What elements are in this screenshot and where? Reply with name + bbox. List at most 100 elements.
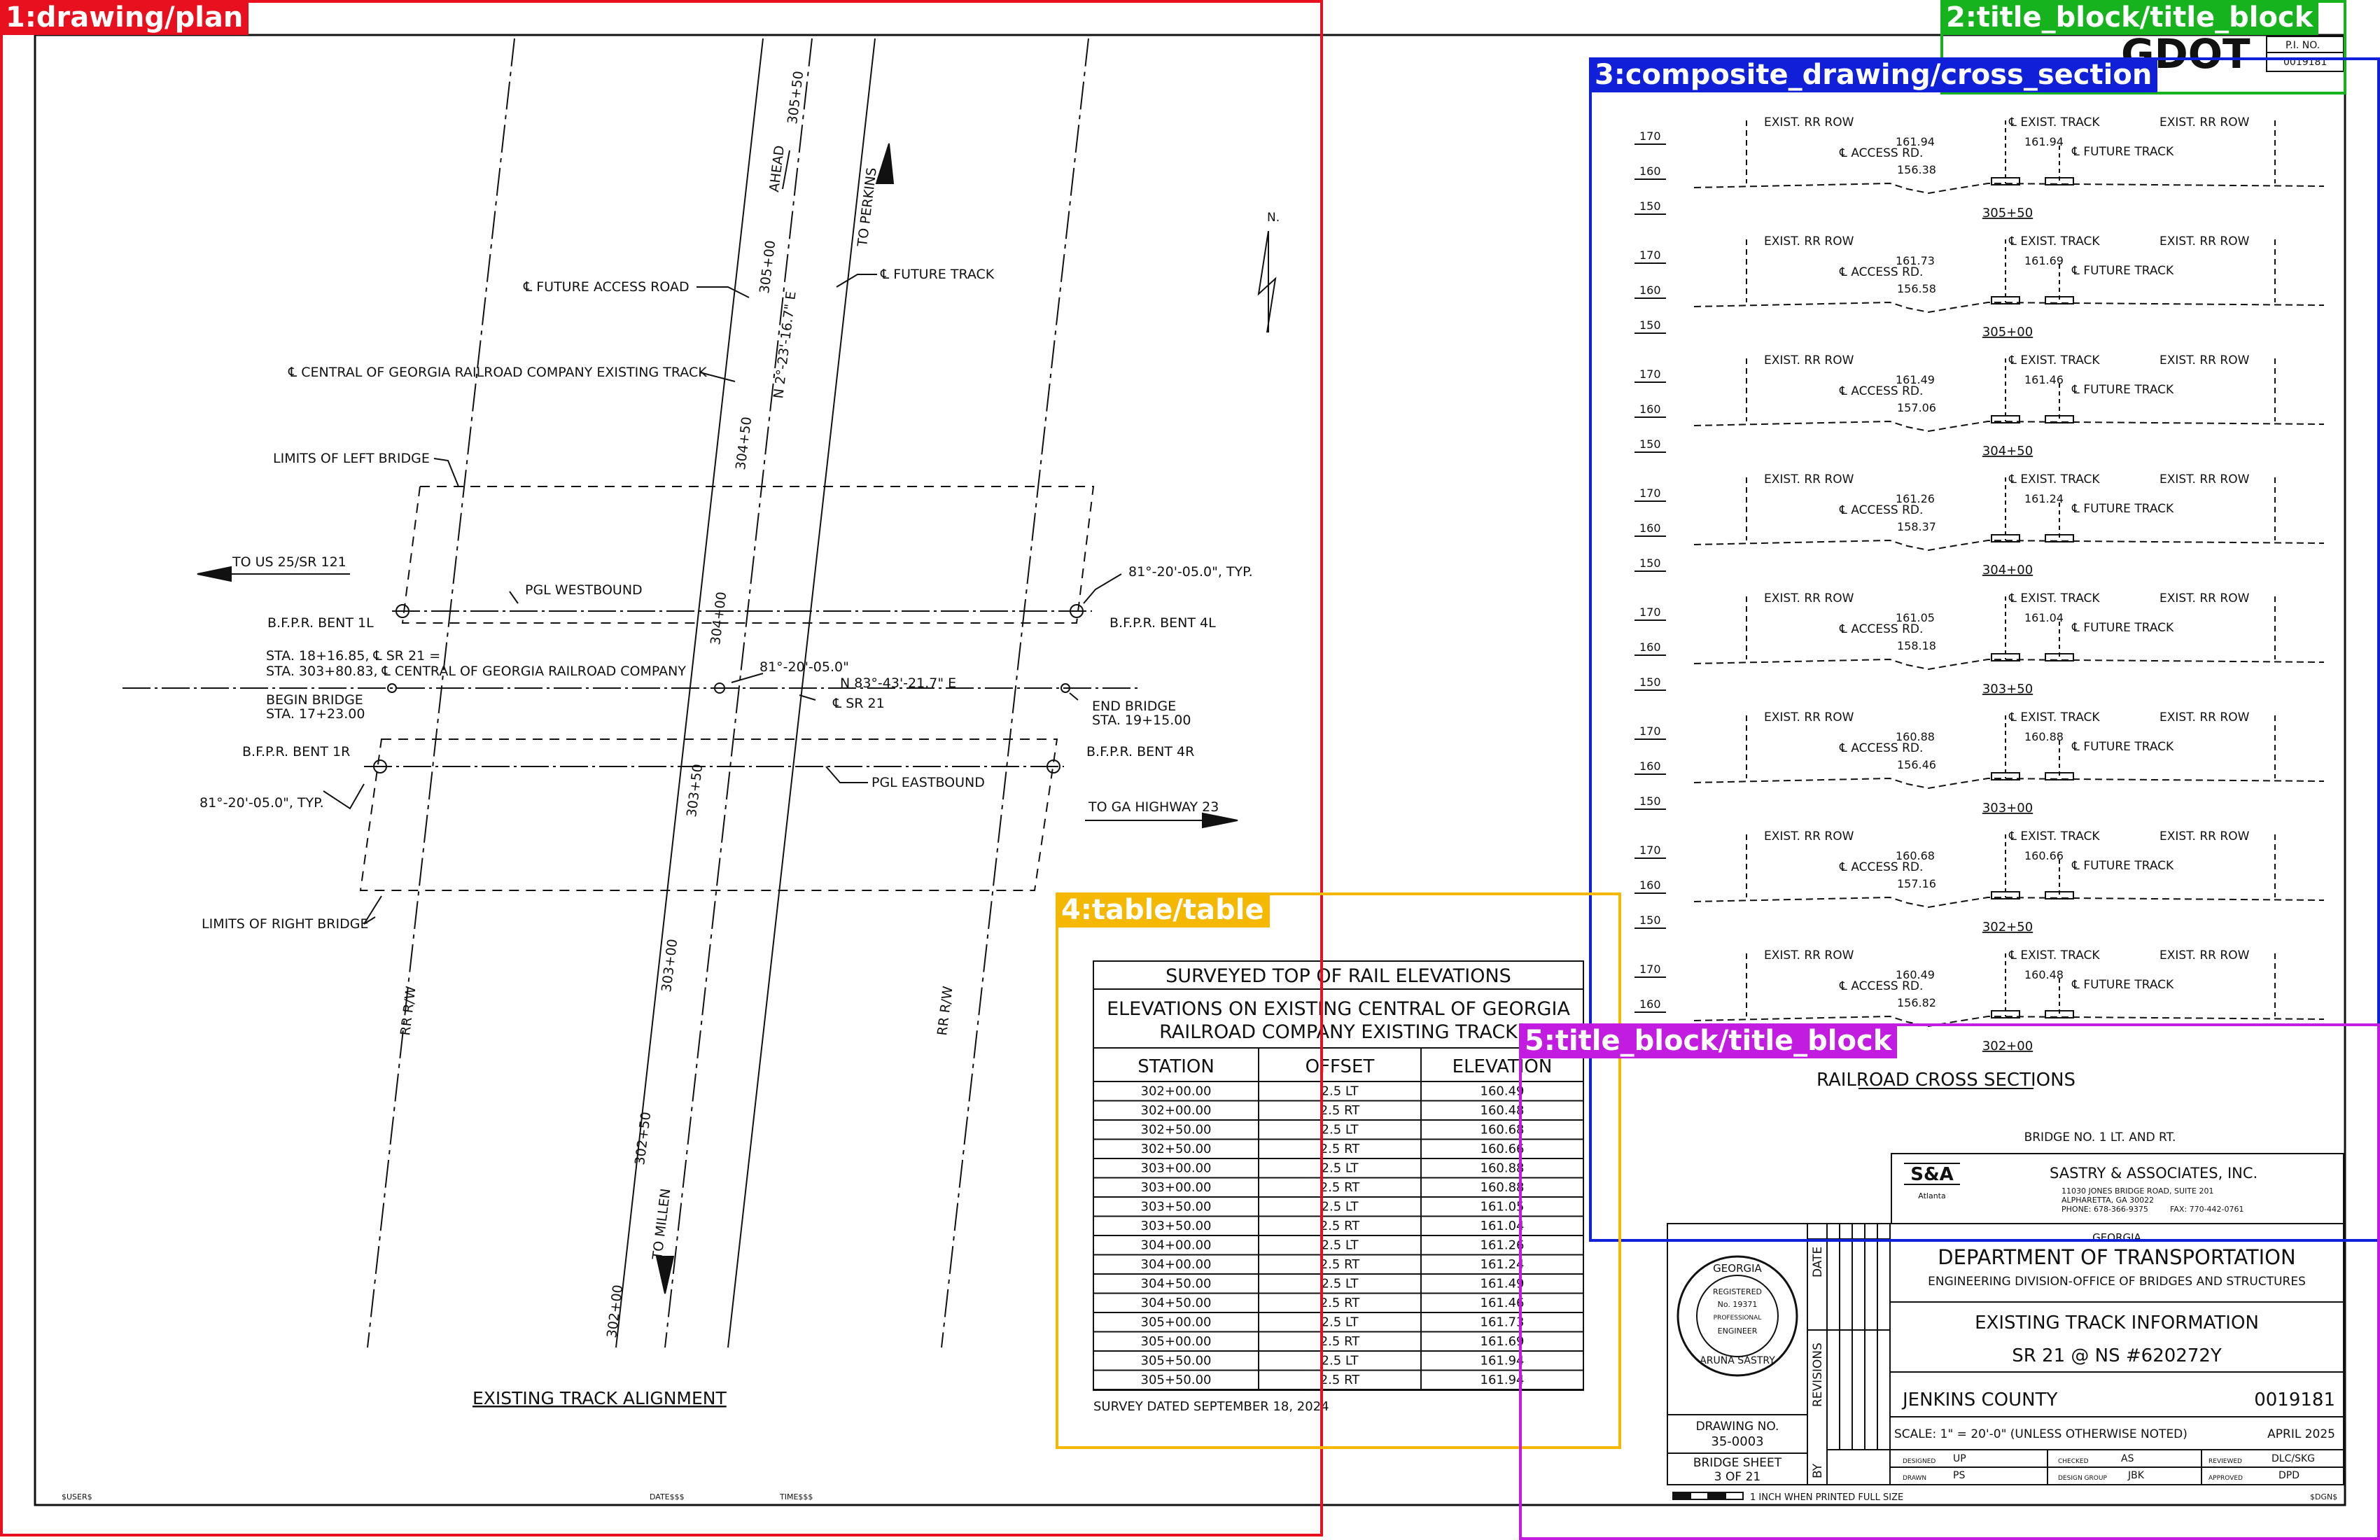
- table-cell: 2.5 LT: [1322, 1238, 1359, 1253]
- to-perkins-arrow: [875, 143, 895, 184]
- row-label-left: EXIST. RR ROW: [1764, 354, 1854, 368]
- exist-track-label: ℄ EXIST. TRACK: [2008, 830, 2100, 844]
- table-cell: 2.5 LT: [1322, 1123, 1359, 1138]
- table-cell: 161.73: [1480, 1315, 1525, 1330]
- seal-line-2: REGISTERED: [1713, 1287, 1762, 1296]
- table-cell: 2.5 LT: [1322, 1161, 1359, 1176]
- scale-label: 150: [1639, 438, 1661, 451]
- access-road-elevation: 158.37: [1897, 520, 1936, 533]
- label-begin-bridge-station: STA. 17+23.00: [266, 706, 365, 722]
- scale-label: 160: [1639, 402, 1661, 416]
- table-cell: 160.49: [1480, 1084, 1525, 1099]
- table-cell: 303+00.00: [1141, 1180, 1212, 1195]
- county-name: JENKINS COUNTY: [1901, 1390, 2057, 1410]
- row-label-right: EXIST. RR ROW: [2160, 710, 2250, 724]
- left-rail-elevation: 160.88: [1896, 730, 1935, 743]
- row-label-right: EXIST. RR ROW: [2160, 592, 2250, 606]
- table-cell: 161.94: [1480, 1373, 1525, 1387]
- scale-label: 160: [1639, 760, 1661, 773]
- label-to-millen: TO MILLEN: [650, 1188, 673, 1261]
- project-number: 0019181: [2254, 1390, 2335, 1410]
- approved-value: DPD: [2278, 1470, 2300, 1481]
- cross-section-304+50: 170 160 150 EXIST. RR ROW ℄ EXIST. TRACK EXIS…: [1634, 354, 2325, 458]
- table-cell: 161.04: [1480, 1219, 1525, 1233]
- scale-label: 170: [1639, 962, 1661, 976]
- exist-track-label: ℄ EXIST. TRACK: [2008, 592, 2100, 606]
- scale-label: 160: [1639, 640, 1661, 654]
- row-label-left: EXIST. RR ROW: [1764, 472, 1854, 486]
- left-rail-elevation: 160.49: [1896, 968, 1935, 981]
- scale-label: 160: [1639, 284, 1661, 297]
- label-skew-typ-top: 81°-20'-05.0", TYP.: [1128, 564, 1253, 580]
- seal-professional: PROFESSIONAL: [1714, 1315, 1762, 1322]
- label-end-bridge: END BRIDGE: [1092, 699, 1176, 714]
- label-to-perkins: TO PERKINS: [855, 167, 880, 248]
- exist-track-label: ℄ EXIST. TRACK: [2008, 710, 2100, 724]
- left-rail-elevation: 161.73: [1896, 254, 1935, 267]
- design-group-value: JBK: [2127, 1470, 2145, 1481]
- drawing-number: 35-0003: [1711, 1434, 1763, 1449]
- right-rail-elevation: 161.04: [2024, 611, 2064, 624]
- drawing-title-2: SR 21 @ NS #620272Y: [2012, 1345, 2222, 1366]
- exist-track-label: ℄ EXIST. TRACK: [2008, 472, 2100, 486]
- firm-name: SASTRY & ASSOCIATES, INC.: [2050, 1165, 2258, 1182]
- row-label-left: EXIST. RR ROW: [1764, 234, 1854, 248]
- designed-label: DESIGNED: [1903, 1458, 1935, 1465]
- cross-section-303+50: 170 160 150 EXIST. RR ROW ℄ EXIST. TRACK EXIS…: [1634, 592, 2325, 696]
- label-bent-4r: B.F.P.R. BENT 4R: [1086, 744, 1194, 760]
- scale-label: 160: [1639, 878, 1661, 892]
- table-cell: 160.88: [1480, 1161, 1525, 1176]
- row-label-right: EXIST. RR ROW: [2160, 354, 2250, 368]
- scale-label: 160: [1639, 522, 1661, 535]
- row-label-right: EXIST. RR ROW: [2160, 830, 2250, 844]
- table-cell: 161.05: [1480, 1200, 1525, 1214]
- row-label-left: EXIST. RR ROW: [1764, 948, 1854, 962]
- table-cell: 304+00.00: [1141, 1238, 1212, 1253]
- access-road-elevation: 156.46: [1897, 758, 1936, 771]
- table-cell: 2.5 RT: [1320, 1103, 1361, 1118]
- table-cell: 2.5 RT: [1320, 1373, 1361, 1387]
- label-central-georgia-track: ℄ CENTRAL OF GEORGIA RAILROAD COMPANY EX…: [288, 365, 707, 380]
- label-bearing-sr21: N 83°-43'-21.7" E: [840, 676, 956, 691]
- label-skew-typ-bottom: 81°-20'-05.0", TYP.: [200, 795, 324, 811]
- table-title: SURVEYED TOP OF RAIL ELEVATIONS: [1166, 965, 1511, 987]
- access-road-label: ℄ ACCESS RD.: [1839, 384, 1923, 398]
- date-column-label: DATE: [1811, 1247, 1825, 1278]
- table-cell: 2.5 RT: [1320, 1219, 1361, 1233]
- table-cell: 2.5 LT: [1322, 1354, 1359, 1368]
- scale-label: 160: [1639, 997, 1661, 1011]
- cross-section-302+50: 170 160 150 EXIST. RR ROW ℄ EXIST. TRACK EXIS…: [1634, 830, 2325, 934]
- checked-value: AS: [2121, 1453, 2134, 1464]
- future-track-label: ℄ FUTURE TRACK: [2071, 383, 2174, 397]
- label-future-access-road: ℄ FUTURE ACCESS ROAD: [523, 279, 690, 295]
- by-column-label: BY: [1811, 1463, 1825, 1478]
- scale-label: 150: [1639, 556, 1661, 570]
- table-cell: 2.5 LT: [1322, 1315, 1359, 1330]
- scale-label: 150: [1639, 676, 1661, 689]
- revisions-column-label: REVISIONS: [1811, 1343, 1825, 1407]
- table-cell: 161.94: [1480, 1354, 1525, 1368]
- drawn-label: DRAWN: [1903, 1475, 1926, 1482]
- right-rail-elevation: 161.46: [2024, 373, 2064, 386]
- row-label-left: EXIST. RR ROW: [1764, 830, 1854, 844]
- left-rail-elevation: 161.05: [1896, 611, 1935, 624]
- table-cell: 302+50.00: [1141, 1142, 1212, 1156]
- seal-line-1: GEORGIA: [1713, 1262, 1762, 1275]
- table-cell: 160.88: [1480, 1180, 1525, 1195]
- scale-label: 170: [1639, 130, 1661, 143]
- table-cell: 161.26: [1480, 1238, 1525, 1253]
- existing-track-line: [664, 38, 813, 1348]
- access-road-elevation: 157.16: [1897, 877, 1936, 890]
- drawing-number-label: DRAWING NO.: [1696, 1420, 1779, 1434]
- row-label-right: EXIST. RR ROW: [2160, 948, 2250, 962]
- right-rail-elevation: 161.94: [2024, 135, 2064, 148]
- drawing-sheet: 170 160 150 EXIST. RR ROW ℄ EXIST. TRACK EXIS…: [34, 30, 2346, 1506]
- label-bearing-track: N 2°-23'-16.7" E: [771, 290, 799, 400]
- label-pgl-westbound: PGL WESTBOUND: [525, 582, 643, 598]
- table-cell: 305+50.00: [1141, 1373, 1212, 1387]
- drawing-date: APRIL 2025: [2267, 1427, 2335, 1441]
- cross-sections: 170 160 150 EXIST. RR ROW ℄ EXIST. TRACK EXIS…: [1634, 115, 2325, 1054]
- table-cell: 302+50.00: [1141, 1123, 1212, 1138]
- bridge-number: BRIDGE NO. 1 LT. AND RT.: [2024, 1130, 2176, 1144]
- firm-address-1: 11030 JONES BRIDGE ROAD, SUITE 201: [2062, 1186, 2213, 1196]
